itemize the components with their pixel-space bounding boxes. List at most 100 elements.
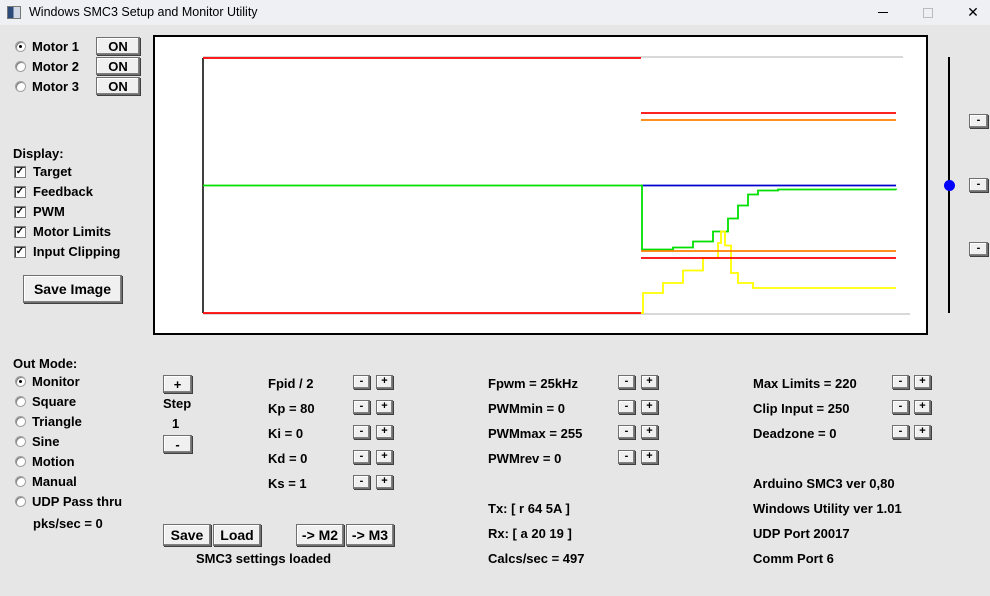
motor-limits-checkbox[interactable]: ✓ — [14, 226, 26, 238]
pwmmin-label: PWMmin = 0 — [488, 401, 565, 416]
ks-plus-button[interactable]: + — [376, 475, 393, 489]
feedback-trace — [203, 184, 897, 251]
motor-1-on-button[interactable]: ON — [96, 37, 140, 55]
scale-minus-button-3[interactable]: - — [969, 242, 988, 256]
save-button[interactable]: Save — [163, 524, 211, 546]
kp-plus-button[interactable]: + — [376, 400, 393, 414]
copy-to-m2-button[interactable]: -> M2 — [296, 524, 344, 546]
status-message: SMC3 settings loaded — [196, 551, 332, 566]
mode-manual-label: Manual — [32, 474, 77, 489]
pwmmax-plus-button[interactable]: + — [641, 425, 658, 439]
step-plus-button[interactable]: + — [163, 375, 192, 393]
fpwm-minus-button[interactable]: - — [618, 375, 635, 389]
maximize-button[interactable] — [905, 0, 951, 25]
scale-minus-button-2[interactable]: - — [969, 178, 988, 192]
max-limits-plus-button[interactable]: + — [914, 375, 931, 389]
deadzone-minus-button[interactable]: - — [892, 425, 909, 439]
pwm-label: PWM — [33, 204, 65, 219]
window-title: Windows SMC3 Setup and Monitor Utility — [29, 5, 258, 19]
mode-square-radio[interactable] — [15, 396, 26, 407]
mode-square-label: Square — [32, 394, 77, 409]
arduino-version: Arduino SMC3 ver 0,80 — [753, 476, 895, 491]
feedback-label: Feedback — [33, 184, 93, 199]
app-icon — [7, 6, 21, 19]
max-limits-minus-button[interactable]: - — [892, 375, 909, 389]
pwm-checkbox[interactable]: ✓ — [14, 206, 26, 218]
motor-3-on-button[interactable]: ON — [96, 77, 140, 95]
mode-sine-radio[interactable] — [15, 436, 26, 447]
deadzone-plus-button[interactable]: + — [914, 425, 931, 439]
close-button[interactable]: ✕ — [950, 0, 990, 25]
utility-version: Windows Utility ver 1.01 — [753, 501, 902, 516]
copy-to-m3-button[interactable]: -> M3 — [346, 524, 394, 546]
target-checkbox[interactable]: ✓ — [14, 166, 26, 178]
mode-udp-radio[interactable] — [15, 496, 26, 507]
ks-label: Ks = 1 — [268, 476, 307, 491]
clip-input-plus-button[interactable]: + — [914, 400, 931, 414]
udp-port: UDP Port 20017 — [753, 526, 850, 541]
mode-triangle-radio[interactable] — [15, 416, 26, 427]
tx-readout: Tx: [ r 64 5A ] — [488, 501, 570, 516]
pwmrev-minus-button[interactable]: - — [618, 450, 635, 464]
step-label: Step — [163, 396, 192, 411]
pwmmin-minus-button[interactable]: - — [618, 400, 635, 414]
fpwm-plus-button[interactable]: + — [641, 375, 658, 389]
title-bar: Windows SMC3 Setup and Monitor Utility ✕ — [0, 0, 990, 25]
fpwm-label: Fpwm = 25kHz — [488, 376, 578, 391]
input-clipping-checkbox[interactable]: ✓ — [14, 246, 26, 258]
step-minus-button[interactable]: - — [163, 435, 192, 453]
fpid-minus-button[interactable]: - — [353, 375, 370, 389]
motor-2-on-button[interactable]: ON — [96, 57, 140, 75]
motor-1-label: Motor 1 — [32, 39, 79, 54]
kp-label: Kp = 80 — [268, 401, 315, 416]
pwmrev-label: PWMrev = 0 — [488, 451, 562, 466]
motor-2-radio[interactable] — [15, 61, 26, 72]
mode-manual-radio[interactable] — [15, 476, 26, 487]
ks-minus-button[interactable]: - — [353, 475, 370, 489]
motor-1-radio[interactable] — [15, 41, 26, 52]
mode-monitor-radio[interactable] — [15, 376, 26, 387]
motor-3-label: Motor 3 — [32, 79, 79, 94]
motor-2-label: Motor 2 — [32, 59, 79, 74]
ki-plus-button[interactable]: + — [376, 425, 393, 439]
input-clipping-label: Input Clipping — [33, 244, 121, 259]
ki-label: Ki = 0 — [268, 426, 304, 441]
minimize-button[interactable] — [860, 0, 906, 25]
step-value: 1 — [172, 416, 180, 431]
fpid-label: Fpid / 2 — [268, 376, 314, 391]
pwmmin-plus-button[interactable]: + — [641, 400, 658, 414]
mode-sine-label: Sine — [32, 434, 60, 449]
mode-motion-radio[interactable] — [15, 456, 26, 467]
display-heading: Display: — [13, 146, 64, 161]
scale-minus-button-1[interactable]: - — [969, 114, 988, 128]
load-button[interactable]: Load — [213, 524, 261, 546]
vertical-slider-thumb[interactable] — [944, 180, 955, 191]
pwmrev-plus-button[interactable]: + — [641, 450, 658, 464]
ki-minus-button[interactable]: - — [353, 425, 370, 439]
fpid-plus-button[interactable]: + — [376, 375, 393, 389]
kd-plus-button[interactable]: + — [376, 450, 393, 464]
mode-monitor-label: Monitor — [32, 374, 80, 389]
calcs-readout: Calcs/sec = 497 — [488, 551, 585, 566]
pwmmax-label: PWMmax = 255 — [488, 426, 583, 441]
feedback-checkbox[interactable]: ✓ — [14, 186, 26, 198]
rx-readout: Rx: [ a 20 19 ] — [488, 526, 572, 541]
kp-minus-button[interactable]: - — [353, 400, 370, 414]
clip-input-minus-button[interactable]: - — [892, 400, 909, 414]
mode-triangle-label: Triangle — [32, 414, 82, 429]
minimize-icon — [878, 12, 888, 13]
deadzone-label: Deadzone = 0 — [753, 426, 837, 441]
kd-label: Kd = 0 — [268, 451, 308, 466]
close-icon: ✕ — [967, 4, 979, 20]
kd-minus-button[interactable]: - — [353, 450, 370, 464]
motor-3-radio[interactable] — [15, 81, 26, 92]
pwm-trace — [641, 230, 896, 314]
clip-input-label: Clip Input = 250 — [753, 401, 850, 416]
plot-area — [153, 35, 928, 335]
pwmmax-minus-button[interactable]: - — [618, 425, 635, 439]
mode-motion-label: Motion — [32, 454, 75, 469]
pks-per-sec: pks/sec = 0 — [33, 516, 103, 531]
comm-port: Comm Port 6 — [753, 551, 834, 566]
out-mode-heading: Out Mode: — [13, 356, 78, 371]
save-image-button[interactable]: Save Image — [23, 275, 122, 303]
